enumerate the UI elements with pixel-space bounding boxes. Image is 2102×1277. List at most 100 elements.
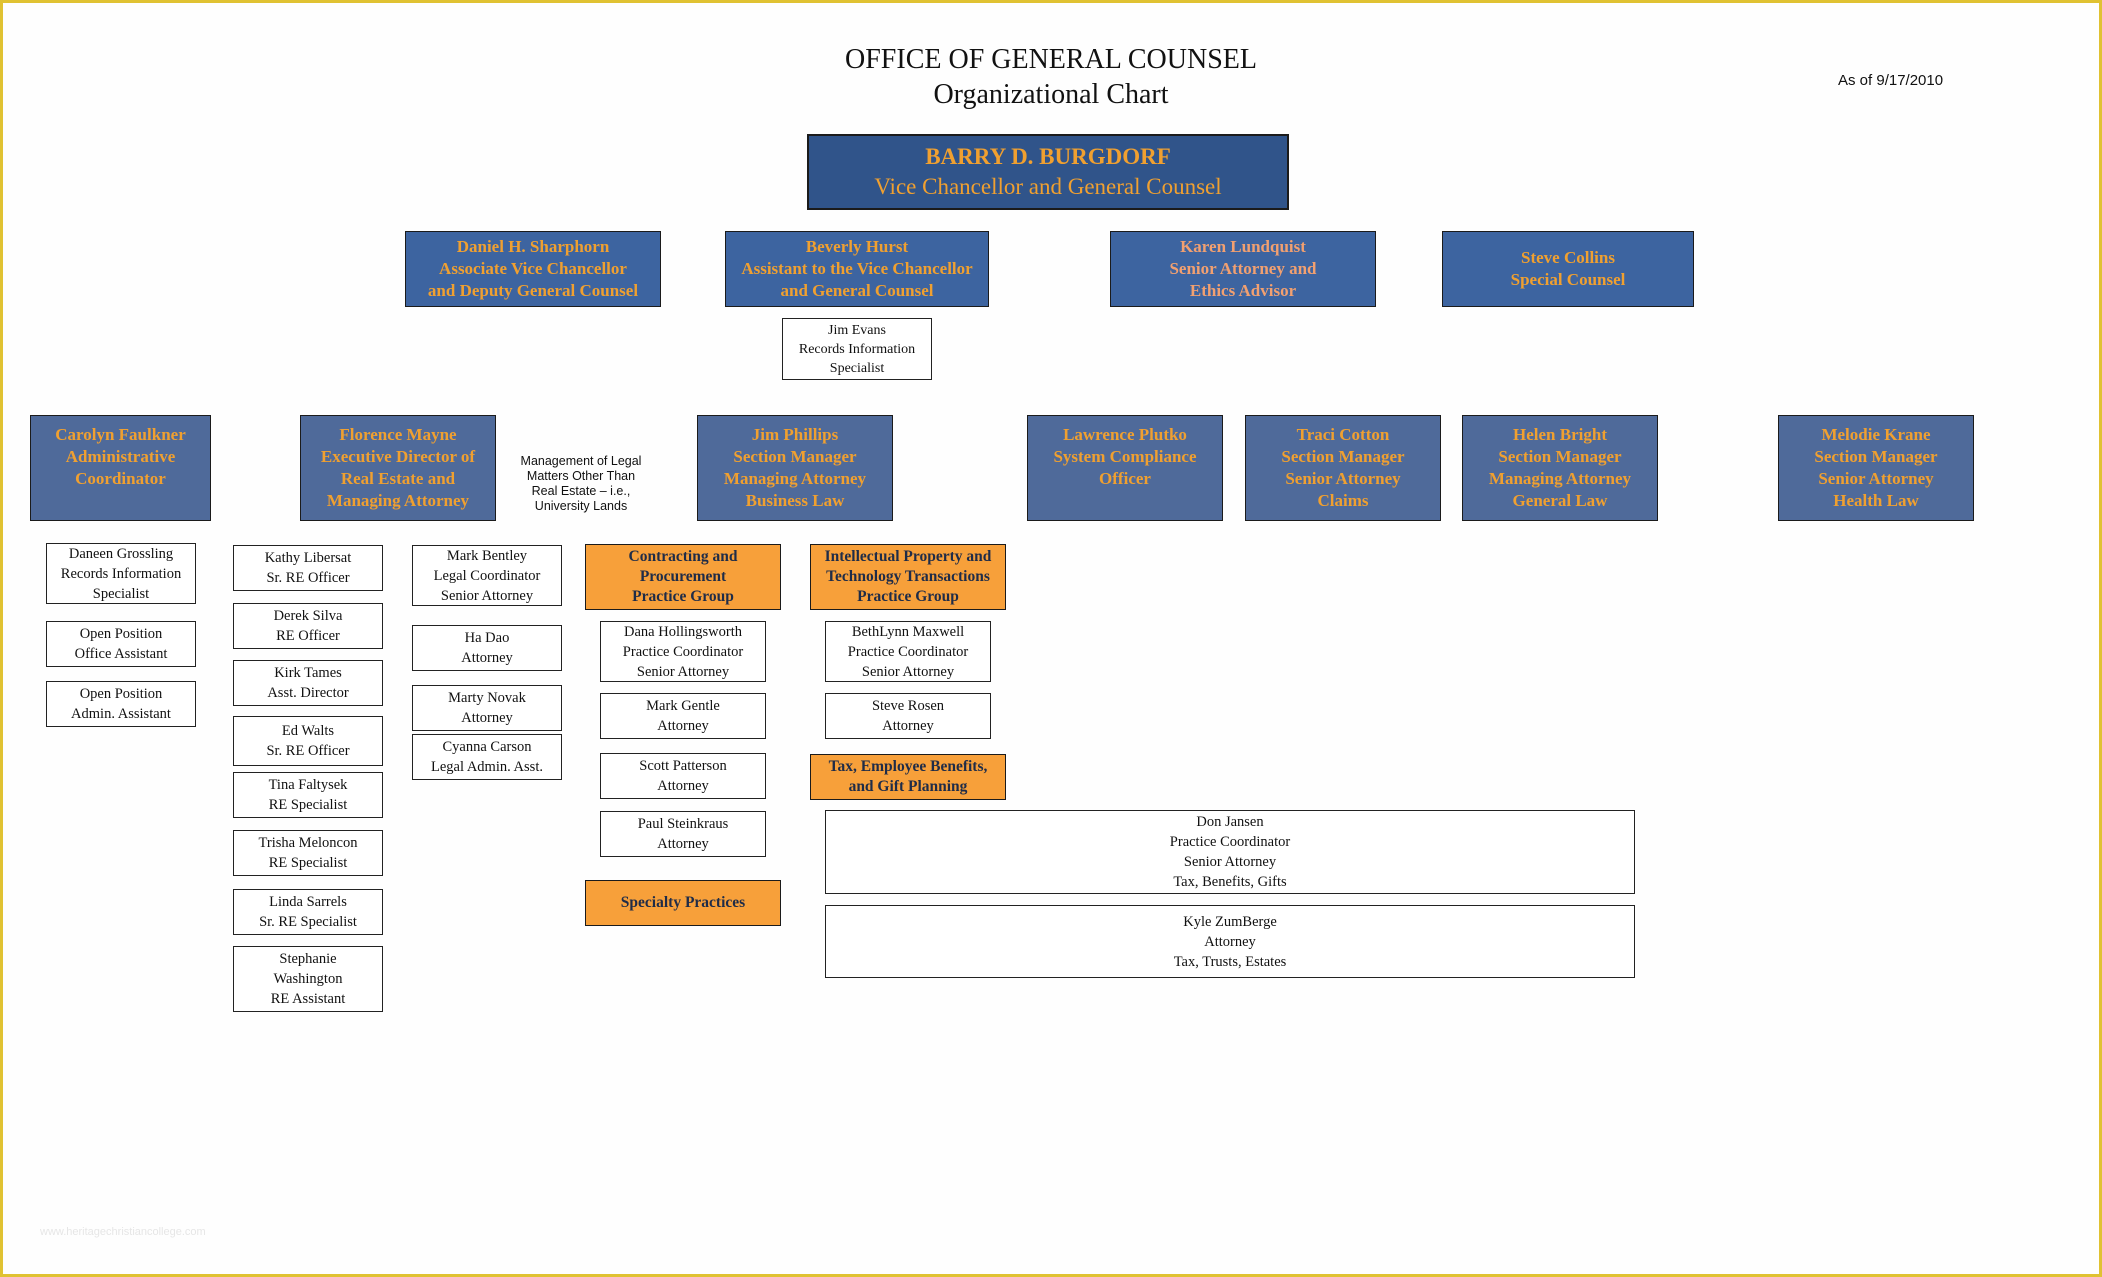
node-title-line: Health Law	[1833, 491, 1919, 510]
node-staff[interactable]: Scott Patterson Attorney	[600, 753, 766, 799]
node-staff[interactable]: Kathy Libersat Sr. RE Officer	[233, 545, 383, 591]
node-staff[interactable]: Trisha Meloncon RE Specialist	[233, 830, 383, 876]
node-title-line: Senior Attorney	[636, 663, 730, 680]
node-staff[interactable]: Paul Steinkraus Attorney	[600, 811, 766, 857]
node-staff[interactable]: Mark Bentley Legal Coordinator Senior Atto…	[412, 545, 562, 606]
node-title-line: Practice Group	[632, 588, 734, 605]
node-name: Marty Novak	[448, 690, 526, 706]
node-title-line: General Law	[1512, 491, 1608, 510]
node-title-line: Senior Attorney	[1183, 854, 1277, 870]
node-name: Kathy Libersat	[264, 550, 352, 566]
node-staff[interactable]: Stephanie Washington RE Assistant	[233, 946, 383, 1012]
node-title-line: Ethics Advisor	[1189, 281, 1297, 300]
node-staff[interactable]: Kirk Tames Asst. Director	[233, 660, 383, 706]
node-staff[interactable]: Tina Faltysek RE Specialist	[233, 772, 383, 818]
node-section-head[interactable]: Melodie Krane Section Manager Senior Attor…	[1778, 415, 1974, 521]
node-title-line: and Gift Planning	[848, 778, 968, 795]
node-title-line: System Compliance	[1053, 447, 1197, 466]
node-staff[interactable]: Mark Gentle Attorney	[600, 693, 766, 739]
node-title-line: Legal Admin. Asst.	[431, 759, 543, 775]
node-name: Lawrence Plutko	[1063, 425, 1187, 444]
watermark: www.heritagechristiancollege.com	[40, 1226, 206, 1238]
node-title-line: Claims	[1317, 491, 1369, 510]
node-staff[interactable]: Ha Dao Attorney	[412, 625, 562, 671]
node-title-line: Admin. Assistant	[71, 706, 171, 722]
node-practice-group[interactable]: Intellectual Property and Technology Tran…	[810, 544, 1006, 610]
node-staff[interactable]: Steve Rosen Attorney	[825, 693, 991, 739]
node-title-line: RE Assistant	[270, 991, 346, 1007]
node-name: Contracting and	[628, 548, 738, 565]
node-deputy[interactable]: Beverly Hurst Assistant to the Vice Chanc…	[725, 231, 989, 307]
node-name: Paul Steinkraus	[637, 816, 729, 832]
node-section-head[interactable]: Lawrence Plutko System Compliance Officer	[1027, 415, 1223, 521]
node-name: Open Position	[79, 686, 163, 702]
node-staff[interactable]: Cyanna Carson Legal Admin. Asst.	[412, 734, 562, 780]
node-title-line: Attorney	[1204, 933, 1256, 950]
node-deputy[interactable]: Steve Collins Special Counsel	[1442, 231, 1694, 307]
node-section-head[interactable]: Carolyn Faulkner Administrative Coordinato…	[30, 415, 211, 521]
node-name: Scott Patterson	[639, 758, 727, 774]
node-title-line: Real Estate and	[340, 469, 456, 488]
node-title-line: Practice Coordinator	[1169, 834, 1291, 850]
node-staff[interactable]: Ed Walts Sr. RE Officer	[233, 716, 383, 766]
node-title-line: Associate Vice Chancellor	[439, 259, 627, 278]
node-title-line: Section Manager	[1814, 447, 1938, 466]
node-deputy[interactable]: Daniel H. Sharphorn Associate Vice Chance…	[405, 231, 661, 307]
node-title-line: Senior Attorney and	[1169, 259, 1317, 278]
node-title-line: Records Information	[798, 341, 916, 357]
node-name: Open Position	[79, 626, 163, 642]
node-title: Vice Chancellor and General Counsel	[874, 174, 1222, 199]
node-title-line: Specialist	[92, 585, 150, 602]
node-name: Daneen Grossling	[68, 545, 174, 562]
node-deputy[interactable]: Karen Lundquist Senior Attorney and Ethics…	[1110, 231, 1376, 307]
node-title-line: Coordinator	[75, 469, 166, 488]
node-title-line: Procurement	[639, 568, 727, 585]
node-staff[interactable]: Dana Hollingsworth Practice Coordinator Se…	[600, 621, 766, 682]
node-name: Florence Mayne	[339, 425, 457, 444]
node-practice-group[interactable]: Tax, Employee Benefits, and Gift Planning	[810, 754, 1006, 800]
chart-title: OFFICE OF GENERAL COUNSEL	[845, 44, 1257, 75]
node-section-head[interactable]: Jim Phillips Section Manager Managing Atto…	[697, 415, 893, 521]
node-staff[interactable]: Jim Evans Records Information Specialist	[782, 318, 932, 380]
node-section-head[interactable]: Helen Bright Section Manager Managing Atto…	[1462, 415, 1658, 521]
node-name: Tina Faltysek	[268, 777, 348, 793]
node-name: Helen Bright	[1513, 425, 1607, 444]
node-title-line: Executive Director of	[320, 447, 476, 466]
node-name: Mark Gentle	[646, 698, 720, 714]
node-staff[interactable]: Don Jansen Practice Coordinator Senior Att…	[825, 810, 1635, 894]
node-name: BethLynn Maxwell	[851, 623, 965, 640]
node-title-line: Sr. RE Officer	[266, 743, 350, 759]
node-name: Dana Hollingsworth	[624, 623, 742, 640]
node-staff[interactable]: Linda Sarrels Sr. RE Specialist	[233, 889, 383, 935]
node-title-line: Section Manager	[733, 447, 857, 466]
node-name: Intellectual Property and	[824, 548, 992, 565]
node-section-head[interactable]: Traci Cotton Section Manager Senior Attorn…	[1245, 415, 1441, 521]
node-title-line: Administrative	[65, 447, 176, 466]
node-name: Stephanie	[279, 951, 337, 967]
note-line: Management of Legal	[520, 454, 642, 468]
node-name: Tax, Employee Benefits,	[828, 758, 988, 775]
node-name: Specialty Practices	[620, 894, 746, 911]
node-name: Derek Silva	[273, 608, 343, 624]
node-name: Carolyn Faulkner	[55, 425, 186, 444]
node-staff[interactable]: Daneen Grossling Records Information Speci…	[46, 543, 196, 604]
node-staff[interactable]: Open Position Office Assistant	[46, 621, 196, 667]
node-name: Karen Lundquist	[1180, 237, 1306, 256]
node-practice-group[interactable]: Contracting and Procurement Practice Group	[585, 544, 781, 610]
node-title-line: Business Law	[745, 491, 845, 510]
node-name: Jim Phillips	[751, 425, 839, 444]
node-title-line: Practice Group	[857, 588, 959, 605]
node-general-counsel[interactable]: BARRY D. BURGDORF Vice Chancellor and Ge…	[807, 134, 1289, 210]
node-section-head[interactable]: Florence Mayne Executive Director of Real …	[300, 415, 496, 521]
node-name: Kyle ZumBerge	[1183, 913, 1277, 930]
node-staff[interactable]: Kyle ZumBerge Attorney Tax, Trusts, Estate…	[825, 905, 1635, 978]
node-staff[interactable]: BethLynn Maxwell Practice Coordinator Seni…	[825, 621, 991, 682]
node-name: Kirk Tames	[274, 665, 342, 681]
node-staff[interactable]: Open Position Admin. Assistant	[46, 681, 196, 727]
node-staff[interactable]: Derek Silva RE Officer	[233, 603, 383, 649]
node-name: Trisha Meloncon	[258, 835, 358, 851]
node-practice-group[interactable]: Specialty Practices	[585, 880, 781, 926]
note-line: Matters Other Than	[526, 469, 636, 483]
node-staff[interactable]: Marty Novak Attorney	[412, 685, 562, 731]
node-name: Steve Collins	[1521, 248, 1615, 267]
